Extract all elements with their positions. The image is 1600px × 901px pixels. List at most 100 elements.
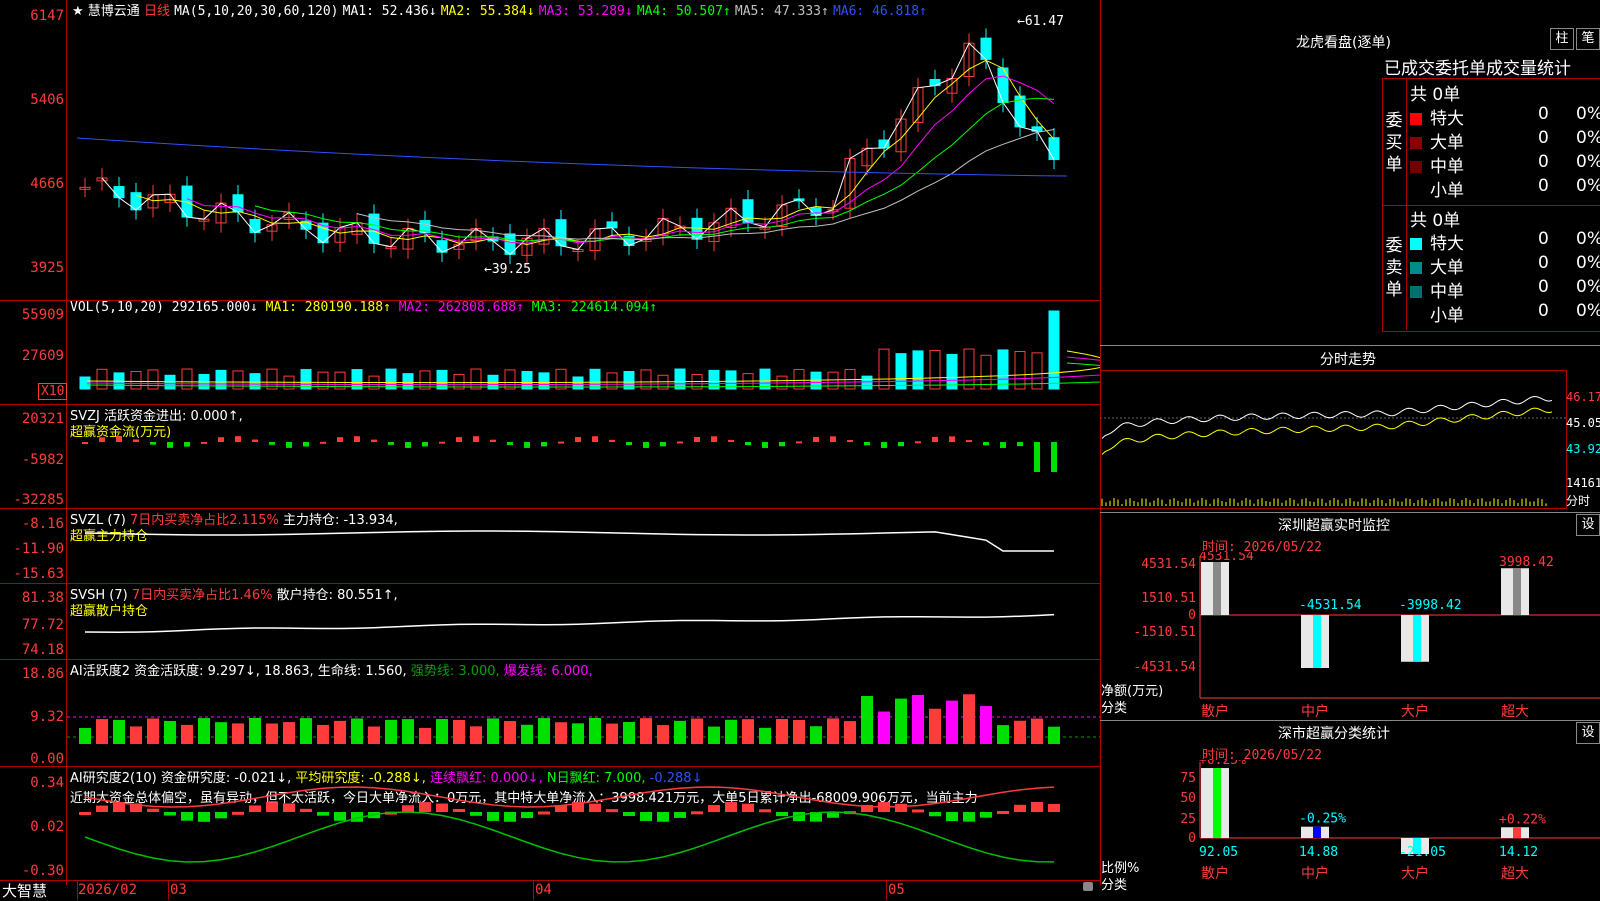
flow-bar (235, 436, 241, 442)
order-type-label: 大单 (1430, 258, 1464, 278)
flow-bar (575, 437, 581, 442)
sz-class-title: 深市超赢分类统计 (1278, 726, 1390, 742)
flow-bar (133, 439, 139, 442)
flow-bar (677, 441, 683, 444)
price-tick: 6147 (30, 8, 64, 24)
order-count: 0 (1538, 152, 1549, 172)
activity-bar (1048, 726, 1060, 744)
x-tick: 03 (170, 882, 187, 898)
activity-bar (691, 718, 703, 744)
column-view-button[interactable]: 柱 (1550, 28, 1574, 50)
activity-bar (300, 718, 312, 744)
research-chart[interactable] (67, 767, 1100, 880)
main-force-chart[interactable] (67, 509, 1100, 583)
research-bar (215, 812, 227, 819)
monitor-settings-button[interactable]: 设 (1576, 514, 1600, 536)
intraday-price-mid: 45.05 (1566, 416, 1600, 430)
x-tick-mark (77, 881, 78, 900)
order-row: 中单 0 0% (1410, 277, 1600, 302)
volume-bar (96, 368, 108, 390)
order-pct: 0% (1576, 152, 1600, 172)
svzl-tick: -15.63 (13, 566, 64, 582)
flow-bar (711, 436, 717, 442)
research-bar (725, 802, 737, 812)
activity-bar (623, 722, 635, 744)
category-bar-stripe (1213, 768, 1221, 838)
activity-chart[interactable] (67, 660, 1100, 766)
candle-body (113, 186, 125, 199)
flow-bar (779, 442, 785, 447)
order-pct: 0% (1576, 176, 1600, 196)
panel-divider (1100, 345, 1600, 346)
activity-bar (878, 711, 890, 744)
bar-pct-label: -0.25% (1299, 812, 1346, 827)
research-bar (623, 812, 635, 816)
research-bar (283, 803, 295, 812)
monitor-bar-chart[interactable]: 4531.54 1510.51 0 -1510.51 -4531.54 4531.54 散户… (1100, 552, 1600, 720)
ma5-line (356, 129, 1055, 241)
research-bar (317, 812, 329, 816)
volume-bar (470, 368, 482, 390)
research-bar (96, 805, 108, 812)
activity-bar (283, 722, 295, 744)
flow-bar (303, 442, 309, 447)
x-tick-mark (533, 881, 534, 900)
order-row: 特大 0 0% (1410, 104, 1600, 129)
activity-bar (844, 721, 856, 744)
x-tick-mark (886, 881, 887, 900)
ma6-line (76, 137, 1068, 177)
volume-bar (130, 370, 142, 390)
order-row: 特大 0 0% (1410, 229, 1600, 254)
volume-bar (623, 370, 635, 390)
sell-orders-label: 委卖单 (1385, 236, 1403, 300)
activity-bar (572, 723, 584, 744)
bar-tick: 25 (1180, 812, 1196, 827)
candlestick-chart[interactable] (67, 0, 1100, 300)
volume-bar (504, 369, 516, 390)
research-bar (147, 808, 159, 812)
tick-view-button[interactable]: 笔 (1576, 28, 1600, 50)
price-tick: 5406 (30, 92, 64, 108)
svzj-tick: -5982 (21, 452, 64, 468)
activity-bar (96, 719, 108, 744)
legend-swatch (1410, 286, 1422, 298)
volume-bar (147, 369, 159, 390)
capital-flow-chart[interactable] (67, 405, 1100, 508)
activity-bar (419, 727, 431, 744)
bar-tick: 0 (1188, 608, 1196, 623)
lock-icon[interactable] (1083, 882, 1093, 891)
bar-value-label: -3998.42 (1399, 598, 1462, 613)
order-type-label: 大单 (1430, 133, 1464, 153)
research-bar (1031, 802, 1043, 812)
intraday-chart[interactable] (1100, 370, 1566, 508)
ai2-tick: 0.34 (30, 775, 64, 791)
class-bar-chart[interactable]: 75 50 25 092.05 +0.25% 散户 14.88 -0.25% 中户 -21.05 大… (1100, 760, 1600, 900)
volume-chart[interactable] (67, 301, 1100, 404)
research-bar (657, 812, 669, 822)
svzj-tick: -32285 (13, 492, 64, 508)
high-price-value: 61.47 (1024, 14, 1064, 29)
flow-bar (1017, 442, 1023, 447)
research-bar (402, 805, 414, 812)
intraday-avg-line (1101, 407, 1553, 455)
category-label: 中户 (1301, 865, 1329, 882)
activity-bar (997, 725, 1009, 744)
activity-bar (861, 695, 873, 744)
activity-bar (1031, 718, 1043, 744)
flow-bar (82, 442, 88, 444)
research-bar (946, 812, 958, 822)
class-xlabel: 分类 (1101, 878, 1128, 893)
activity-bar (674, 720, 686, 744)
research-line-red (84, 786, 1055, 808)
activity-bar (164, 720, 176, 744)
volume-bar (419, 370, 431, 390)
research-bar (1048, 803, 1060, 812)
research-bar (334, 812, 346, 821)
research-bar (912, 809, 924, 813)
order-type-label: 小单 (1430, 181, 1464, 201)
class-settings-button[interactable]: 设 (1576, 722, 1600, 744)
retail-position-chart[interactable] (67, 584, 1100, 659)
research-bar (674, 812, 686, 818)
vol-tick: 55909 (21, 307, 64, 323)
order-row: 大单 0 0% (1410, 253, 1600, 278)
